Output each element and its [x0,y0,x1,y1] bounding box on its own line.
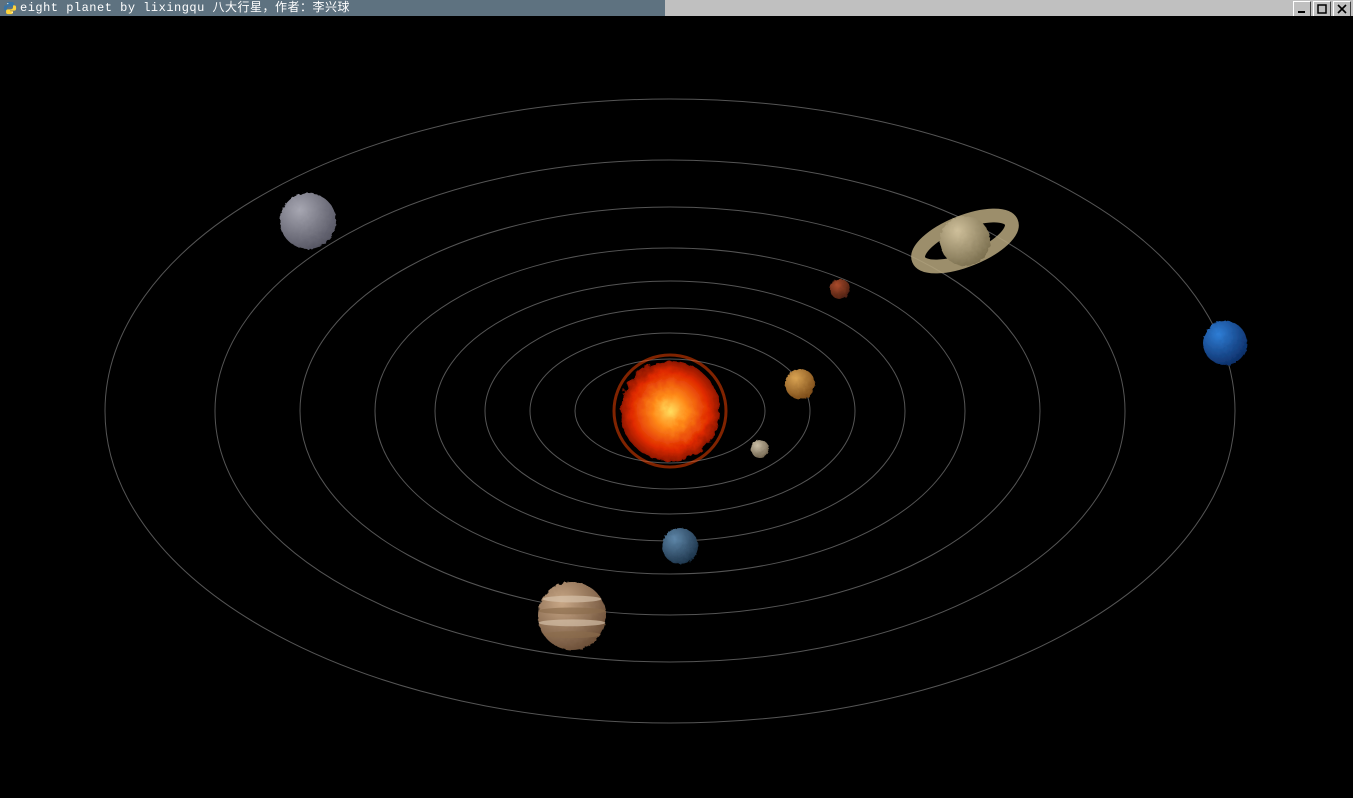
close-button[interactable] [1333,1,1351,17]
planet-venus [785,369,815,399]
planet-mercury-body [751,440,769,458]
planet-saturn-body [940,216,990,266]
python-icon [3,1,17,15]
planet-jupiter-body [538,582,606,650]
planet-earth-body [662,528,698,564]
planet-mercury [751,440,769,458]
minimize-button[interactable] [1293,1,1311,17]
maximize-icon [1317,4,1327,14]
planet-saturn [912,205,1019,277]
solar-system-svg [0,16,1353,798]
window-buttons [1291,1,1351,17]
planet-mars-body [830,279,850,299]
maximize-button[interactable] [1313,1,1331,17]
canvas-area [0,16,1353,798]
jupiter-band [544,631,601,638]
titlebar-inactive-bg [665,0,1353,16]
solar-system-scene [0,16,1353,798]
planet-venus-body [785,369,815,399]
minimize-icon [1297,4,1307,14]
planet-uranus-body [280,193,336,249]
close-icon [1337,4,1347,14]
planet-mars [830,279,850,299]
planet-jupiter [538,582,606,650]
window-title: eight planet by lixingqu 八大行星，作者：李兴球 [20,0,350,16]
jupiter-band [539,619,606,626]
sun [620,361,720,461]
planet-uranus [280,193,336,249]
jupiter-band [543,596,602,603]
jupiter-band [538,608,605,615]
planet-neptune [1203,321,1247,365]
window-titlebar: eight planet by lixingqu 八大行星，作者：李兴球 [0,0,1353,16]
planet-neptune-body [1203,321,1247,365]
planet-earth [662,528,698,564]
